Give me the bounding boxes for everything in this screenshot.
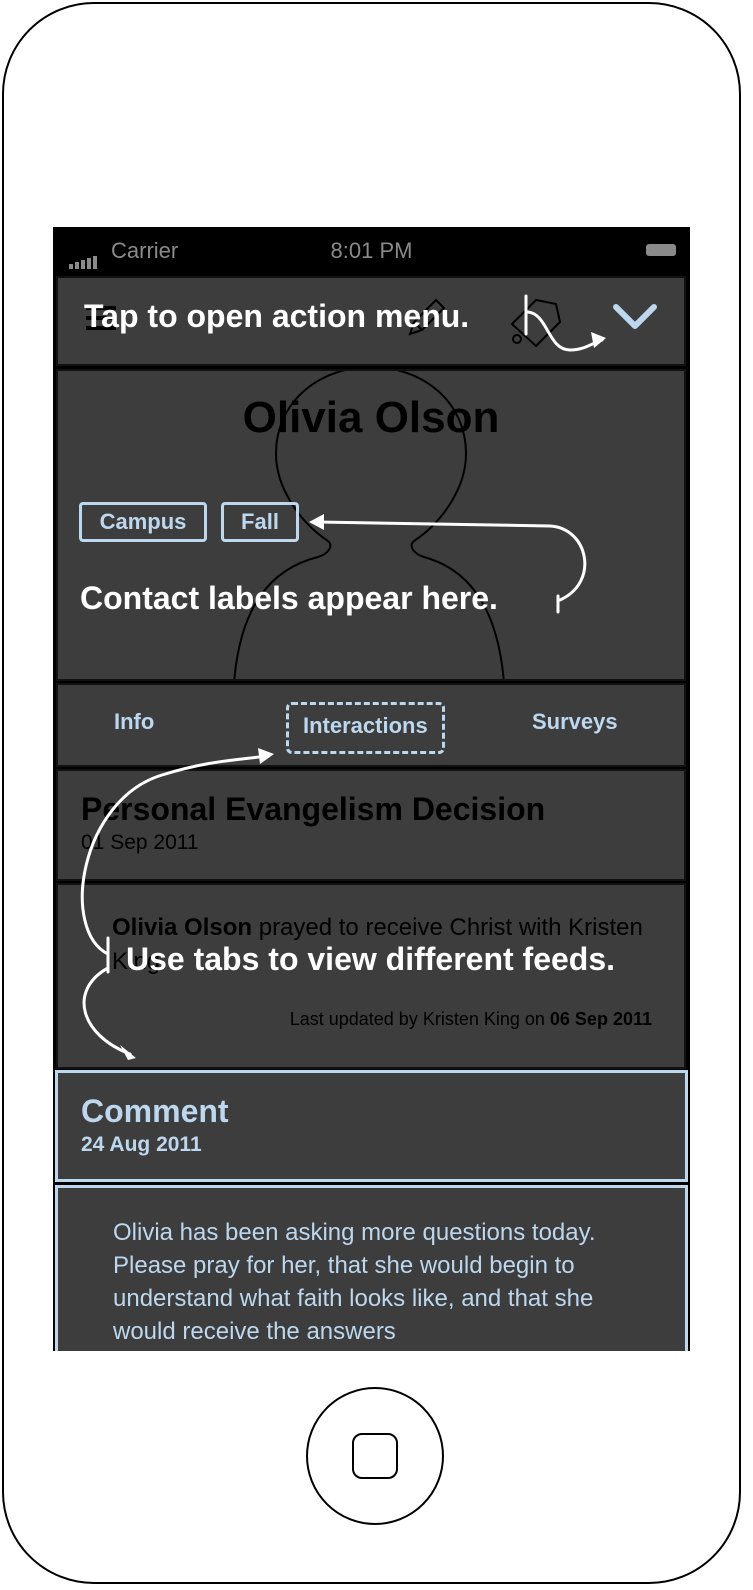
annotation-labels: Contact labels appear here. <box>80 580 498 616</box>
annotation-tabs: Use tabs to view different feeds. <box>126 941 616 977</box>
annotation-arrows <box>80 294 606 1060</box>
annotation-action-menu: Tap to open action menu. <box>84 298 470 334</box>
